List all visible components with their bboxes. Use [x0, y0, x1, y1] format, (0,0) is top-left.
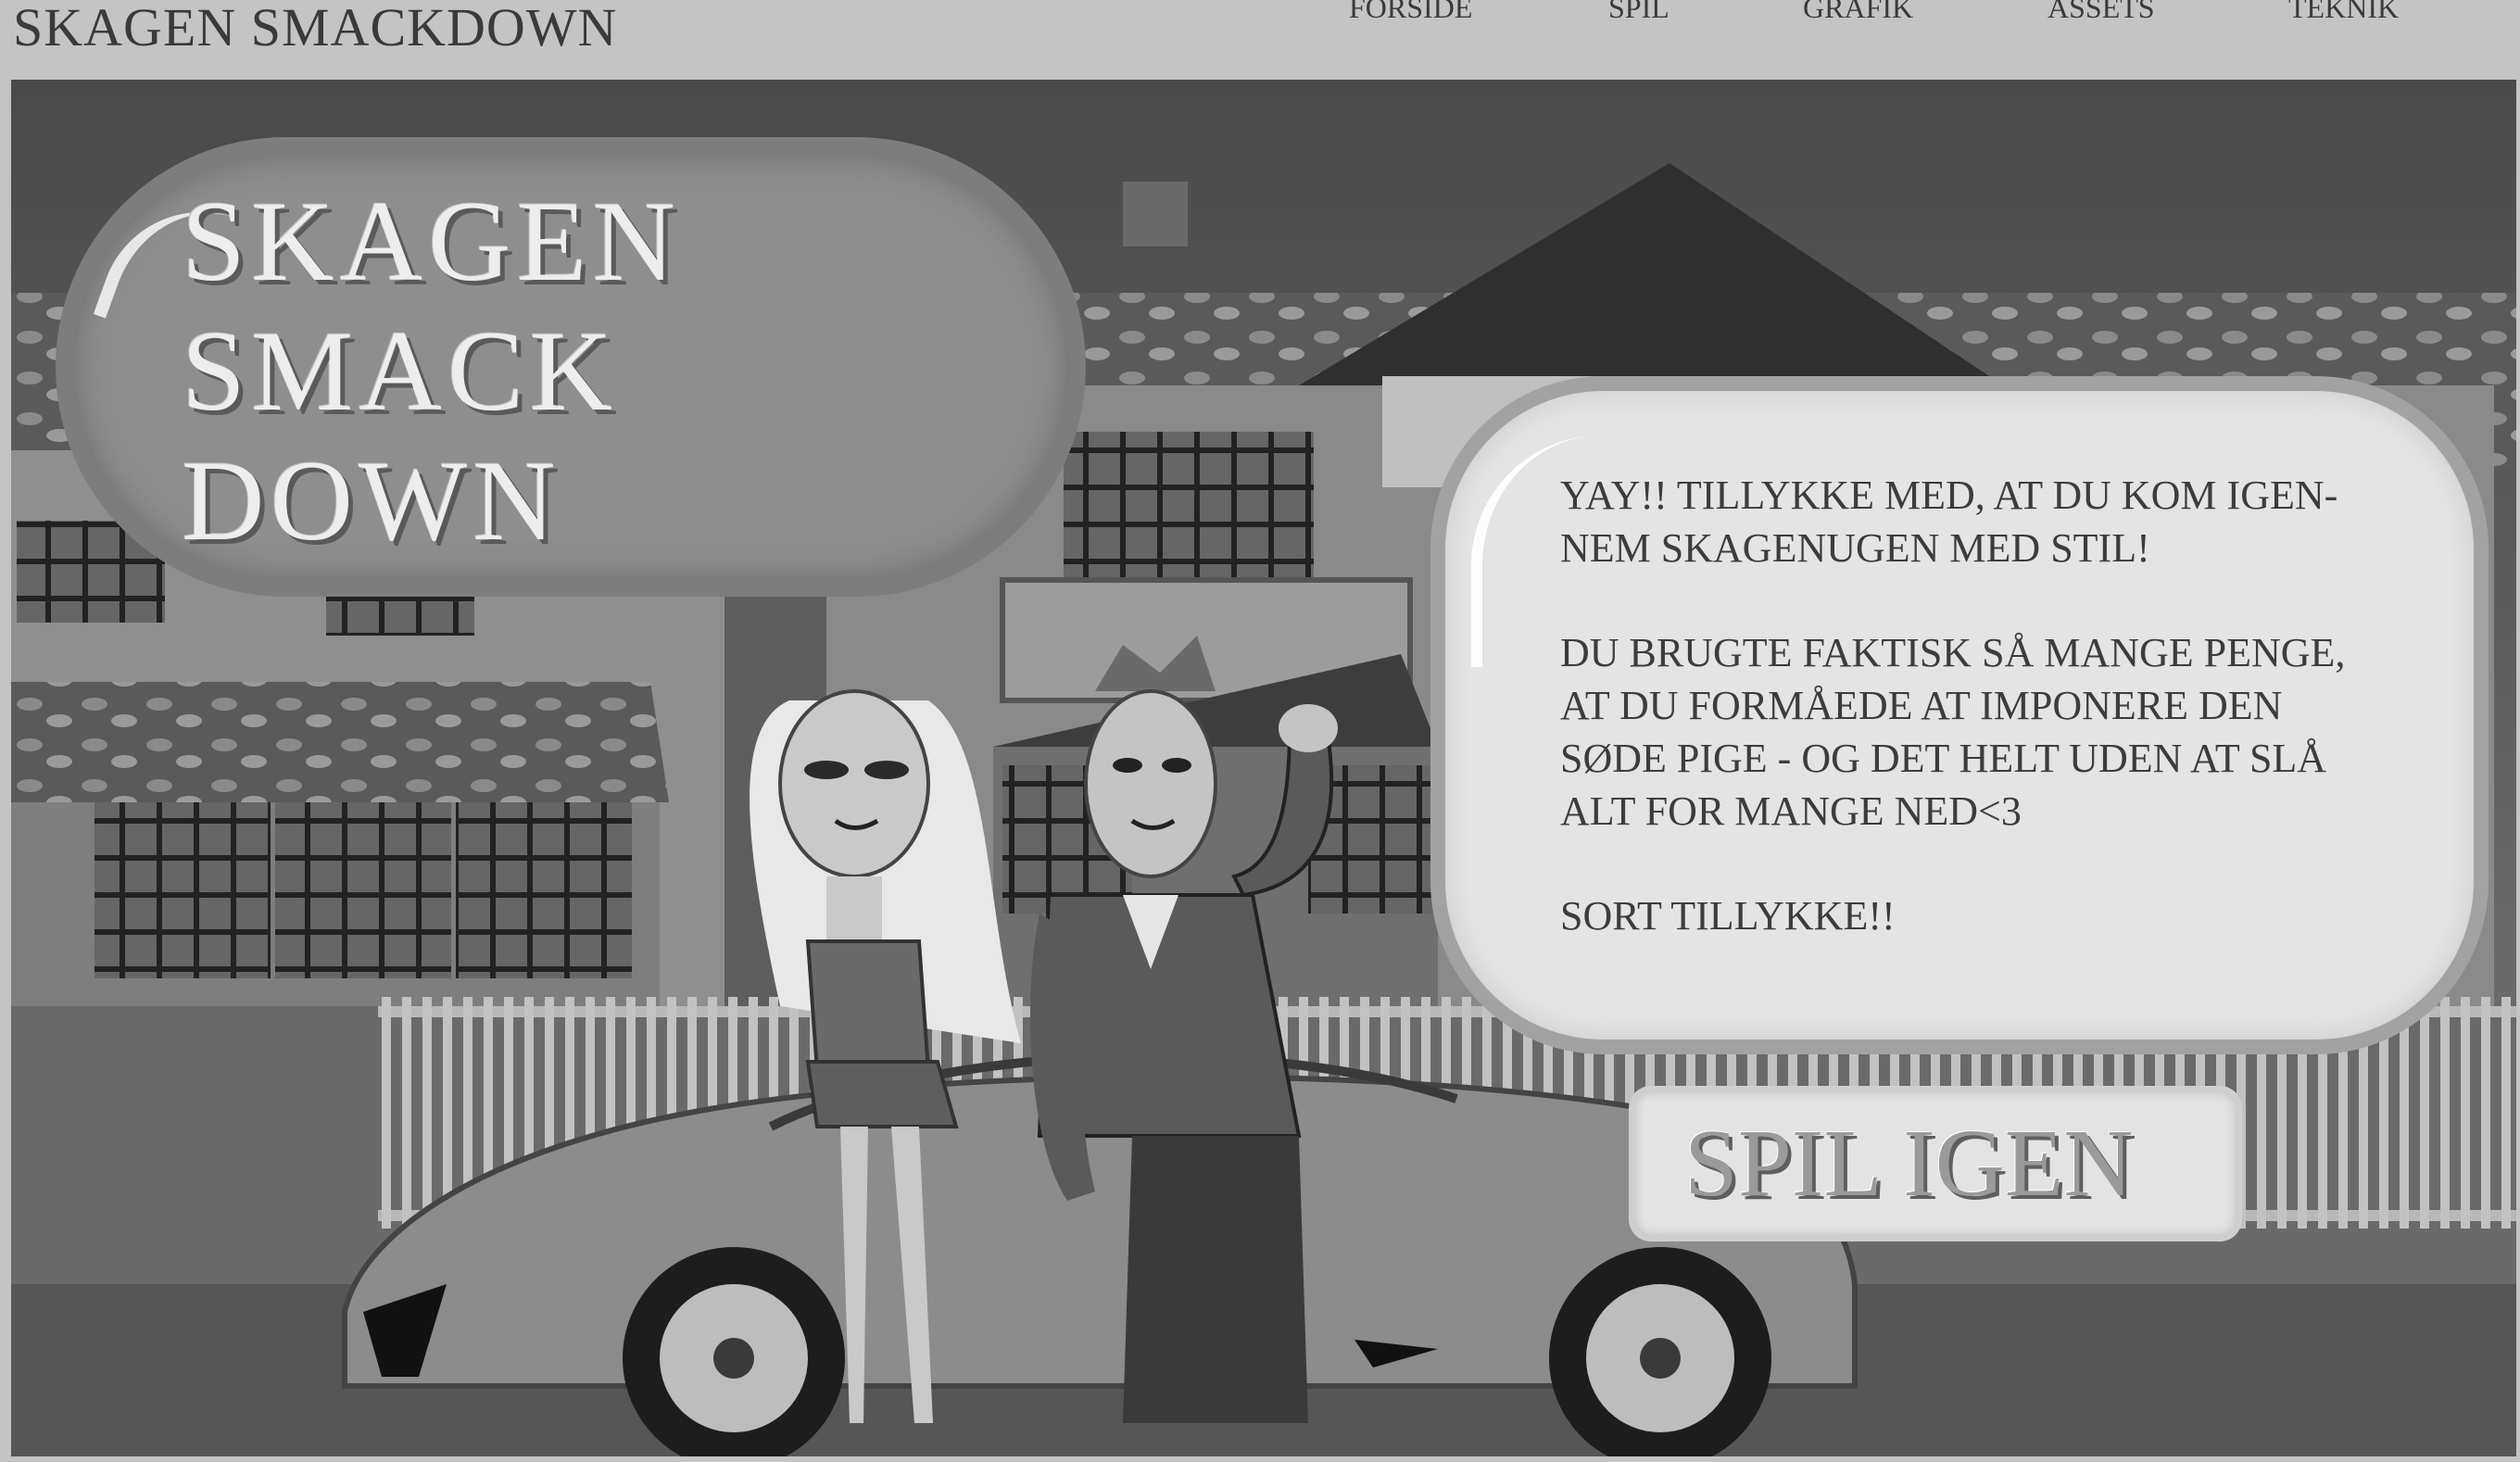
game-title-line-1: SKAGEN	[182, 178, 681, 305]
nav-item-spil[interactable]: SPIL	[1608, 0, 1670, 25]
fence-picket	[2481, 997, 2490, 1229]
game-title-line-2: SMACK	[182, 308, 619, 435]
fence-picket	[382, 997, 391, 1229]
message-paragraph-1: YAY!! TILLYKKE MED, AT DU KOM IGEN- NEM …	[1560, 473, 2338, 571]
fence-picket	[2440, 997, 2450, 1229]
play-again-button[interactable]: SPIL IGEN	[1634, 1091, 2236, 1236]
message-bubble: YAY!! TILLYKKE MED, AT DU KOM IGEN- NEM …	[1445, 391, 2474, 1040]
fence-picket	[402, 997, 411, 1229]
fence-picket	[2461, 997, 2470, 1229]
fence-picket	[2379, 997, 2388, 1229]
fence-picket	[2501, 997, 2511, 1229]
nav-item-forside[interactable]: FORSIDE	[1349, 0, 1472, 25]
game-title-line-3: DOWN	[182, 437, 561, 564]
game-stage: SKAGEN SMACK DOWN YAY!! TILLYKKE MED, AT…	[11, 80, 2516, 1456]
page: SKAGEN SMACKDOWN FORSIDE SPIL GRAFIK ASS…	[0, 0, 2520, 1462]
main-nav: FORSIDE SPIL GRAFIK ASSETS TEKNIK	[0, 0, 2520, 28]
message-paragraph-2: DU BRUGTE FAKTISK SÅ MANGE PENGE, AT DU …	[1560, 630, 2346, 834]
fence-picket	[2420, 997, 2429, 1229]
fence-picket	[2400, 997, 2409, 1229]
message-paragraph-3: SORT TILLYKKE!!	[1560, 893, 1896, 939]
message-text: YAY!! TILLYKKE MED, AT DU KOM IGEN- NEM …	[1560, 469, 2450, 942]
nav-item-assets[interactable]: ASSETS	[2048, 0, 2155, 25]
play-again-label: SPIL IGEN	[1684, 1110, 2134, 1216]
fence-picket	[422, 997, 432, 1229]
nav-item-teknik[interactable]: TEKNIK	[2288, 0, 2399, 25]
nav-item-grafik[interactable]: GRAFIK	[1803, 0, 1913, 25]
